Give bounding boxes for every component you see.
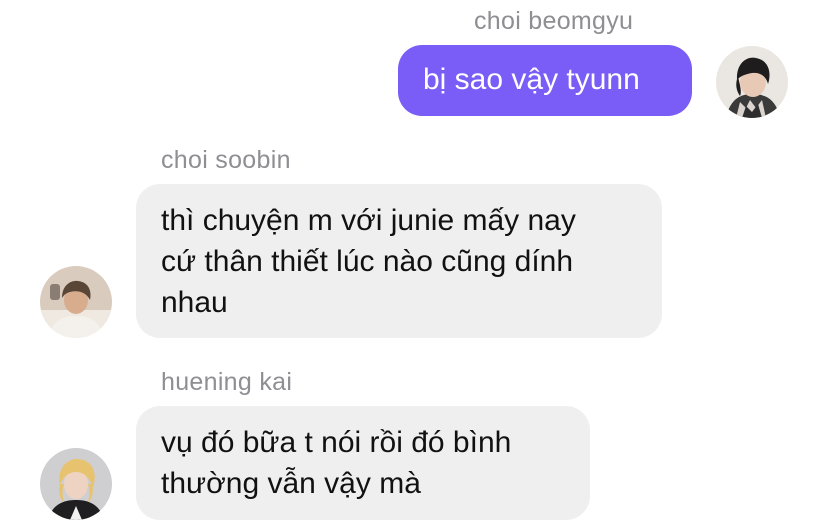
sender-name-soobin: choi soobin	[161, 146, 291, 174]
sender-name-beomgyu: choi beomgyu	[474, 7, 634, 35]
message-bubble-incoming[interactable]: thì chuyện m với junie mấy nay cứ thân t…	[136, 184, 662, 338]
message-bubble-incoming[interactable]: vụ đó bữa t nói rồi đó bình thường vẫn v…	[136, 406, 590, 520]
beomgyu-avatar-icon	[716, 46, 788, 118]
soobin-avatar-icon	[40, 266, 112, 338]
avatar-beomgyu[interactable]	[716, 46, 788, 118]
message-text-line: nhau	[161, 286, 228, 319]
message-text-line: cứ thân thiết lúc nào cũng dính	[161, 245, 574, 278]
avatar-soobin[interactable]	[40, 266, 112, 338]
message-text-line: vụ đó bữa t nói rồi đó bình	[161, 426, 512, 459]
message-text-line: bị sao vậy tyunn	[423, 63, 640, 96]
message-text-line: thì chuyện m với junie mấy nay	[161, 204, 576, 237]
chat-thread: choi beomgyu bị sao vậy tyunn choi soobi…	[0, 0, 828, 530]
hueningkai-avatar-icon	[40, 448, 112, 520]
message-text-line: thường vẫn vậy mà	[161, 467, 421, 500]
sender-name-hueningkai: huening kai	[161, 368, 293, 396]
message-bubble-outgoing[interactable]: bị sao vậy tyunn	[398, 45, 692, 116]
avatar-hueningkai[interactable]	[40, 448, 112, 520]
